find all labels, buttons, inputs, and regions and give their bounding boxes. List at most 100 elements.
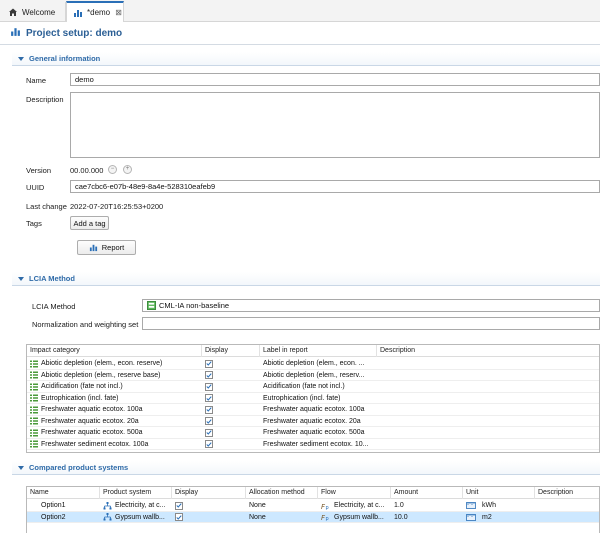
column-header[interactable]: Name <box>27 487 100 499</box>
name-cell[interactable]: Option2 <box>27 512 100 523</box>
unit-cell[interactable]: m2 <box>463 512 535 523</box>
tab-welcome[interactable]: Welcome <box>2 2 66 22</box>
table-row[interactable]: Abiotic depletion (elem., econ. reserve)… <box>27 358 599 370</box>
impact-category-cell: Abiotic depletion (elem., reserve base) <box>27 370 202 381</box>
display-checkbox[interactable] <box>205 371 213 379</box>
display-checkbox[interactable] <box>205 382 213 391</box>
amount-cell[interactable]: 10.0 <box>391 512 463 523</box>
section-compared-product-systems[interactable]: Compared product systems <box>12 461 600 475</box>
column-header[interactable]: Description <box>535 487 599 499</box>
product-system-icon <box>103 513 112 521</box>
amount-cell[interactable]: 1.0 <box>391 500 463 511</box>
title-divider <box>0 44 600 45</box>
name-cell[interactable]: Option1 <box>27 500 100 511</box>
add-tag-button[interactable]: Add a tag <box>70 216 109 230</box>
description-cell[interactable] <box>535 500 599 511</box>
product-system-text: Electricity, at c... <box>115 502 166 509</box>
column-header[interactable]: Amount <box>391 487 463 499</box>
version-label: Version <box>26 166 52 175</box>
uuid-field[interactable]: cae7cbc6-e07b-48e9-8a4e-528310eafeb9 <box>70 180 600 193</box>
unit-cell[interactable]: kWh <box>463 500 535 511</box>
display-cell <box>172 500 246 511</box>
display-checkbox[interactable] <box>205 405 213 414</box>
label-in-report-cell[interactable]: Freshwater aquatic ecotox. 100a <box>260 404 377 415</box>
close-tab-icon[interactable]: ⊠ <box>115 8 122 17</box>
table-row[interactable]: Freshwater aquatic ecotox. 500a Freshwate… <box>27 427 599 439</box>
display-checkbox[interactable] <box>205 394 213 402</box>
display-checkbox[interactable] <box>205 359 213 368</box>
product-system-icon <box>103 501 112 510</box>
label-in-report-cell[interactable]: Freshwater aquatic ecotox. 500a <box>260 427 377 438</box>
label-in-report-cell[interactable]: Freshwater sediment ecotox. 10... <box>260 439 377 450</box>
impact-category-icon <box>30 360 38 368</box>
display-cell <box>202 427 260 438</box>
description-cell[interactable] <box>377 427 599 438</box>
report-button[interactable]: Report <box>77 240 136 255</box>
section-general-information[interactable]: General information <box>12 52 600 66</box>
allocation-method-cell[interactable]: None <box>246 512 318 523</box>
display-checkbox[interactable] <box>205 417 213 425</box>
description-cell[interactable] <box>377 370 599 381</box>
table-row[interactable]: Option2 Gypsum wallb... None Fp Gypsum wallb… <box>27 511 599 523</box>
impact-category-cell: Freshwater aquatic ecotox. 20a <box>27 416 202 427</box>
page-title: Project setup: demo <box>10 26 122 40</box>
display-checkbox[interactable] <box>175 501 183 510</box>
flow-cell[interactable]: Fp Gypsum wallb... <box>318 512 391 523</box>
column-header[interactable]: Display <box>172 487 246 499</box>
display-checkbox[interactable] <box>175 513 183 521</box>
impact-category-cell: Freshwater sediment ecotox. 100a <box>27 439 202 450</box>
description-cell[interactable] <box>535 512 599 523</box>
table-row[interactable]: Acidification (fate not incl.) Acidificat… <box>27 381 599 393</box>
last-change-label: Last change <box>26 202 67 211</box>
lcia-method-field[interactable]: CML-IA non-baseline <box>142 299 600 312</box>
product-system-cell[interactable]: Electricity, at c... <box>100 500 172 511</box>
tab-welcome-label: Welcome <box>22 7 56 17</box>
column-header[interactable]: Product system <box>100 487 172 499</box>
impact-category-text: Eutrophication (incl. fate) <box>41 394 119 402</box>
label-in-report-cell[interactable]: Abiotic depletion (elem., econ. ... <box>260 358 377 369</box>
flow-cell[interactable]: Fp Electricity, at c... <box>318 500 391 511</box>
column-header[interactable]: Display <box>202 345 260 357</box>
description-cell[interactable] <box>377 393 599 404</box>
display-checkbox[interactable] <box>205 440 213 448</box>
section-lcia-method[interactable]: LCIA Method <box>12 272 600 286</box>
column-header[interactable]: Allocation method <box>246 487 318 499</box>
bar-chart-icon <box>10 26 21 40</box>
description-cell[interactable] <box>377 439 599 450</box>
description-cell[interactable] <box>377 381 599 392</box>
column-header[interactable]: Description <box>377 345 599 357</box>
label-in-report-cell[interactable]: Abiotic depletion (elem., reserv... <box>260 370 377 381</box>
description-field[interactable] <box>70 92 600 158</box>
product-system-cell[interactable]: Gypsum wallb... <box>100 512 172 523</box>
description-cell[interactable] <box>377 404 599 415</box>
table-row[interactable]: Eutrophication (incl. fate) Eutrophicatio… <box>27 393 599 404</box>
impact-category-text: Freshwater aquatic ecotox. 100a <box>41 406 143 413</box>
name-field[interactable]: demo <box>70 73 600 86</box>
flow-icon: Fp <box>321 502 331 510</box>
nw-set-field[interactable] <box>142 317 600 330</box>
label-in-report-cell[interactable]: Eutrophication (incl. fate) <box>260 393 377 404</box>
label-in-report-cell[interactable]: Acidification (fate not incl.) <box>260 381 377 392</box>
lcia-method-label: LCIA Method <box>32 302 76 311</box>
version-down-button[interactable]: − <box>108 165 117 174</box>
table-row[interactable]: Freshwater aquatic ecotox. 100a Freshwate… <box>27 404 599 416</box>
description-cell[interactable] <box>377 358 599 369</box>
display-cell <box>202 358 260 369</box>
column-header[interactable]: Label in report <box>260 345 377 357</box>
tags-label: Tags <box>26 219 42 228</box>
label-in-report-cell[interactable]: Freshwater aquatic ecotox. 20a <box>260 416 377 427</box>
table-row[interactable]: Freshwater sediment ecotox. 100a Freshwat… <box>27 439 599 450</box>
table-row[interactable]: Freshwater aquatic ecotox. 20a Freshwater… <box>27 416 599 427</box>
svg-text:p: p <box>326 505 329 510</box>
column-header[interactable]: Unit <box>463 487 535 499</box>
allocation-method-cell[interactable]: None <box>246 500 318 511</box>
version-up-button[interactable]: + <box>123 165 132 174</box>
display-checkbox[interactable] <box>205 428 213 437</box>
column-header[interactable]: Flow <box>318 487 391 499</box>
tab-demo[interactable]: *demo ⊠ <box>66 1 124 22</box>
description-cell[interactable] <box>377 416 599 427</box>
description-label: Description <box>26 95 64 104</box>
table-row[interactable]: Option1 Electricity, at c... None Fp Electri… <box>27 500 599 512</box>
column-header[interactable]: Impact category <box>27 345 202 357</box>
table-row[interactable]: Abiotic depletion (elem., reserve base) A… <box>27 370 599 381</box>
